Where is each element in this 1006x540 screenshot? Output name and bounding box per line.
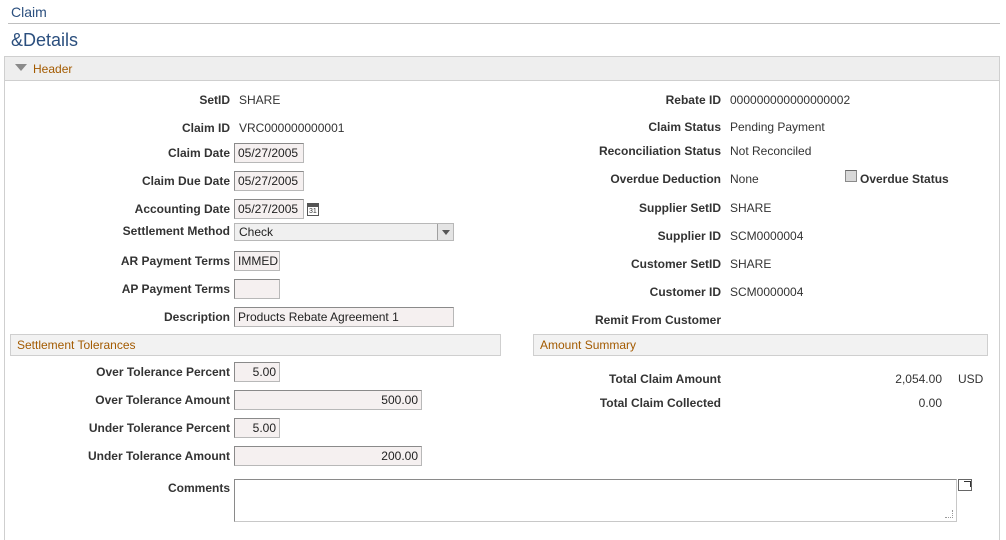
accounting-date-label: Accounting Date <box>134 202 230 216</box>
description-field[interactable]: Products Rebate Agreement 1 <box>234 307 454 327</box>
ap-payment-terms-label: AP Payment Terms <box>121 282 230 296</box>
claim-due-date-field[interactable]: 05/27/2005 <box>234 171 304 191</box>
calendar-icon[interactable]: 31 <box>307 203 319 216</box>
claim-status-label: Claim Status <box>648 120 721 134</box>
currency-code: USD <box>958 372 984 386</box>
supplier-setid-label: Supplier SetID <box>638 201 721 215</box>
amount-summary-title: Amount Summary <box>540 338 637 352</box>
supplier-id-value: SCM0000004 <box>730 229 804 243</box>
ap-payment-terms-field[interactable] <box>234 279 280 299</box>
comments-label: Comments <box>167 481 230 495</box>
overdue-status-label: Overdue Status <box>860 172 949 186</box>
header-section-bar[interactable]: Header <box>4 56 1000 81</box>
settlement-tolerances-bar: Settlement Tolerances <box>10 334 501 356</box>
over-tolerance-percent-label: Over Tolerance Percent <box>96 365 230 379</box>
total-claim-amount-value: 2,054.00 <box>895 372 942 386</box>
supplier-id-label: Supplier ID <box>657 229 721 243</box>
reconciliation-status-label: Reconciliation Status <box>598 144 721 158</box>
overdue-deduction-label: Overdue Deduction <box>610 172 721 186</box>
settlement-tolerances-title: Settlement Tolerances <box>17 338 136 352</box>
settlement-method-value: Check <box>239 225 274 239</box>
settlement-method-select[interactable]: Check <box>234 223 454 241</box>
description-label: Description <box>163 310 230 324</box>
setid-label: SetID <box>199 93 230 107</box>
total-claim-collected-label: Total Claim Collected <box>599 396 721 410</box>
rebate-id-value: 000000000000000002 <box>730 93 851 107</box>
amount-summary-bar: Amount Summary <box>533 334 988 356</box>
chevron-down-icon[interactable] <box>437 224 453 240</box>
collapse-triangle-icon[interactable] <box>15 64 27 71</box>
resize-grip-icon[interactable] <box>945 510 953 518</box>
under-tolerance-percent-label: Under Tolerance Percent <box>88 421 230 435</box>
overdue-status-checkbox[interactable] <box>845 170 857 182</box>
breadcrumb-divider <box>8 23 1000 24</box>
over-tolerance-amount-field[interactable]: 500.00 <box>234 390 422 410</box>
claim-date-label: Claim Date <box>167 146 230 160</box>
ar-payment-terms-field[interactable]: IMMED <box>234 251 280 271</box>
customer-id-label: Customer ID <box>649 285 721 299</box>
under-tolerance-amount-label: Under Tolerance Amount <box>87 449 230 463</box>
accounting-date-field[interactable]: 05/27/2005 <box>234 199 304 219</box>
customer-setid-value: SHARE <box>730 257 772 271</box>
customer-id-value: SCM0000004 <box>730 285 804 299</box>
claim-due-date-label: Claim Due Date <box>141 174 230 188</box>
header-panel <box>4 56 1000 540</box>
total-claim-collected-value: 0.00 <box>918 396 942 410</box>
under-tolerance-percent-field[interactable]: 5.00 <box>234 418 280 438</box>
over-tolerance-percent-field[interactable]: 5.00 <box>234 362 280 382</box>
over-tolerance-amount-label: Over Tolerance Amount <box>95 393 230 407</box>
remit-from-customer-label: Remit From Customer <box>594 313 721 327</box>
rebate-id-label: Rebate ID <box>665 93 721 107</box>
settlement-method-label: Settlement Method <box>122 224 230 238</box>
header-section-label[interactable]: Header <box>33 62 72 76</box>
claim-status-value: Pending Payment <box>730 120 825 134</box>
expand-window-icon[interactable] <box>958 479 972 491</box>
total-claim-amount-label: Total Claim Amount <box>609 372 721 386</box>
claim-id-value: VRC000000000001 <box>239 121 345 135</box>
overdue-deduction-value: None <box>730 172 759 186</box>
reconciliation-status-value: Not Reconciled <box>730 144 812 158</box>
customer-setid-label: Customer SetID <box>630 257 721 271</box>
claim-id-label: Claim ID <box>181 121 230 135</box>
ar-payment-terms-label: AR Payment Terms <box>120 254 230 268</box>
setid-value: SHARE <box>239 93 281 107</box>
breadcrumb[interactable]: Claim <box>11 4 47 20</box>
under-tolerance-amount-field[interactable]: 200.00 <box>234 446 422 466</box>
page-title: &Details <box>11 30 79 50</box>
comments-textarea[interactable] <box>234 479 957 522</box>
claim-date-field[interactable]: 05/27/2005 <box>234 143 304 163</box>
supplier-setid-value: SHARE <box>730 201 772 215</box>
